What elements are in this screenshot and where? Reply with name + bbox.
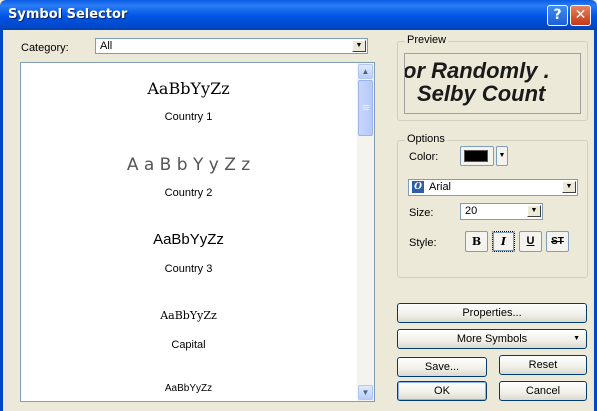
dropdown-arrow-icon: ▼ xyxy=(573,335,580,342)
symbol-list[interactable]: AaBbYyZz Country 1 A a B b Y y Z z Count… xyxy=(20,62,375,402)
symbol-sample-5[interactable]: AaBbYyZz xyxy=(21,383,356,394)
symbol-sample-country-3[interactable]: AaBbYyZz xyxy=(21,231,356,248)
symbol-name-capital[interactable]: Capital xyxy=(21,339,356,351)
scroll-grip-icon xyxy=(363,105,369,106)
size-label: Size: xyxy=(409,207,434,219)
scroll-grip-icon xyxy=(363,107,369,108)
window-frame-left xyxy=(0,30,3,411)
opentype-font-icon: O xyxy=(412,181,424,193)
more-symbols-label: More Symbols xyxy=(456,333,528,345)
properties-button[interactable]: Properties... xyxy=(397,303,587,323)
scroll-thumb[interactable] xyxy=(358,80,373,136)
underline-button[interactable]: U xyxy=(519,231,542,252)
category-dropdown[interactable]: All ▼ xyxy=(95,38,368,54)
symbol-name-country-3[interactable]: Country 3 xyxy=(21,263,356,275)
chevron-down-icon[interactable]: ▼ xyxy=(527,205,541,217)
chevron-down-icon[interactable]: ▼ xyxy=(352,40,366,52)
symbol-name-country-2[interactable]: Country 2 xyxy=(21,187,356,199)
style-label: Style: xyxy=(409,237,437,249)
chevron-down-icon[interactable]: ▼ xyxy=(562,181,576,193)
window-title: Symbol Selector xyxy=(8,7,128,22)
symbol-name-country-1[interactable]: Country 1 xyxy=(21,111,356,123)
color-dropdown-arrow-icon[interactable]: ▼ xyxy=(496,146,508,166)
close-button[interactable]: ✕ xyxy=(570,5,591,26)
italic-button[interactable]: I xyxy=(492,231,515,252)
list-scrollbar[interactable]: ▲ ▼ xyxy=(357,63,374,401)
save-button[interactable]: Save... xyxy=(397,357,487,377)
symbol-sample-country-2[interactable]: A a B b Y y Z z xyxy=(21,155,356,175)
help-button[interactable]: ? xyxy=(547,5,568,26)
size-value: 20 xyxy=(465,205,478,217)
symbol-sample-country-1[interactable]: AaBbYyZz xyxy=(21,79,356,98)
strikethrough-button[interactable]: ST xyxy=(546,231,569,252)
scroll-grip-icon xyxy=(363,109,369,110)
preview-pane: or Randomly . Selby Count xyxy=(404,53,581,114)
title-bar[interactable]: Symbol Selector ? ✕ xyxy=(0,0,597,30)
scroll-down-arrow-icon[interactable]: ▼ xyxy=(358,385,373,400)
options-label: Options xyxy=(405,133,447,145)
size-dropdown[interactable]: 20 ▼ xyxy=(460,203,543,220)
reset-button[interactable]: Reset xyxy=(499,355,587,375)
color-swatch xyxy=(464,150,488,162)
bold-button[interactable]: B xyxy=(465,231,488,252)
cancel-button[interactable]: Cancel xyxy=(499,381,587,401)
category-value: All xyxy=(100,40,113,52)
color-picker-button[interactable] xyxy=(460,146,494,166)
scroll-up-arrow-icon[interactable]: ▲ xyxy=(358,64,373,79)
symbol-sample-capital[interactable]: AaBbYyZz xyxy=(21,309,356,322)
ok-button[interactable]: OK xyxy=(397,381,487,401)
more-symbols-button[interactable]: More Symbols ▼ xyxy=(397,329,587,349)
font-dropdown[interactable]: O Arial ▼ xyxy=(408,179,578,196)
color-label: Color: xyxy=(409,151,439,163)
font-value: Arial xyxy=(429,181,452,193)
preview-label: Preview xyxy=(405,34,449,46)
category-label: Category: xyxy=(21,42,69,54)
preview-text-line-2: Selby Count xyxy=(417,81,546,106)
